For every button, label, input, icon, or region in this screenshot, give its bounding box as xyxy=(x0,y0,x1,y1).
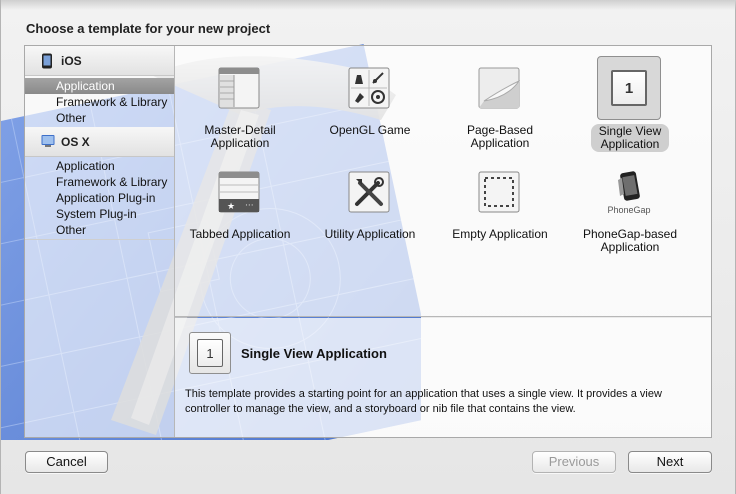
template-label: Single View Application xyxy=(565,124,695,152)
template-label: Tabbed Application xyxy=(189,227,291,241)
phonegap-logo-text: PhoneGap xyxy=(607,204,651,215)
cancel-button[interactable]: Cancel xyxy=(25,451,108,473)
sidebar-section-ios[interactable]: iOS xyxy=(25,46,174,76)
svg-text:···: ··· xyxy=(245,201,254,211)
sidebar-divider xyxy=(25,239,174,240)
template-detail-pane: 1 Single View Application This template … xyxy=(175,318,711,437)
previous-button[interactable]: Previous xyxy=(532,451,616,473)
template-label: PhoneGap-based Application xyxy=(582,227,678,254)
iphone-icon xyxy=(41,53,55,69)
page-curl-icon xyxy=(467,56,531,120)
platform-sidebar: iOS Application Framework & Library Othe… xyxy=(25,46,175,437)
template-label: Master-Detail Application xyxy=(204,123,276,150)
template-label: Utility Application xyxy=(324,227,416,241)
template-detail-title: Single View Application xyxy=(241,346,387,361)
dialog-heading: Choose a template for your new project xyxy=(26,21,271,36)
template-label: Empty Application xyxy=(452,227,548,241)
sidebar-item-osx-application-plugin[interactable]: Application Plug-in xyxy=(25,190,174,206)
empty-dashed-icon xyxy=(467,160,531,224)
template-label: Page-Based Application xyxy=(466,123,534,150)
next-button[interactable]: Next xyxy=(628,451,712,473)
master-detail-icon xyxy=(207,56,271,120)
sidebar-item-osx-framework-library[interactable]: Framework & Library xyxy=(25,174,174,190)
phonegap-icon: PhoneGap xyxy=(597,160,661,224)
sidebar-section-osx[interactable]: OS X xyxy=(25,127,174,157)
titlebar-shadow xyxy=(1,0,736,10)
single-view-icon: 1 xyxy=(597,56,661,120)
template-detail-description: This template provides a starting point … xyxy=(185,388,662,415)
svg-text:★: ★ xyxy=(227,202,235,212)
utility-tools-icon xyxy=(337,160,401,224)
sidebar-item-ios-application[interactable]: Application xyxy=(25,78,174,94)
template-label: OpenGL Game xyxy=(329,123,411,137)
template-grid: Master-Detail Application OpenGL Game Pa… xyxy=(175,46,711,317)
sidebar-section-label: OS X xyxy=(61,134,90,149)
new-project-sheet: Choose a template for your new project i… xyxy=(0,0,736,494)
sidebar-item-ios-other[interactable]: Other xyxy=(25,110,174,126)
opengl-game-icon xyxy=(337,56,401,120)
sidebar-item-osx-system-plugin[interactable]: System Plug-in xyxy=(25,206,174,222)
sidebar-section-label: iOS xyxy=(61,53,82,68)
sidebar-item-ios-framework-library[interactable]: Framework & Library xyxy=(25,94,174,110)
sidebar-item-osx-other[interactable]: Other xyxy=(25,222,174,238)
mac-finder-icon xyxy=(41,134,55,150)
single-view-icon: 1 xyxy=(189,332,231,374)
tabbed-icon: ★ ··· xyxy=(207,160,271,224)
template-chooser: iOS Application Framework & Library Othe… xyxy=(24,45,712,438)
sidebar-item-osx-application[interactable]: Application xyxy=(25,158,174,174)
